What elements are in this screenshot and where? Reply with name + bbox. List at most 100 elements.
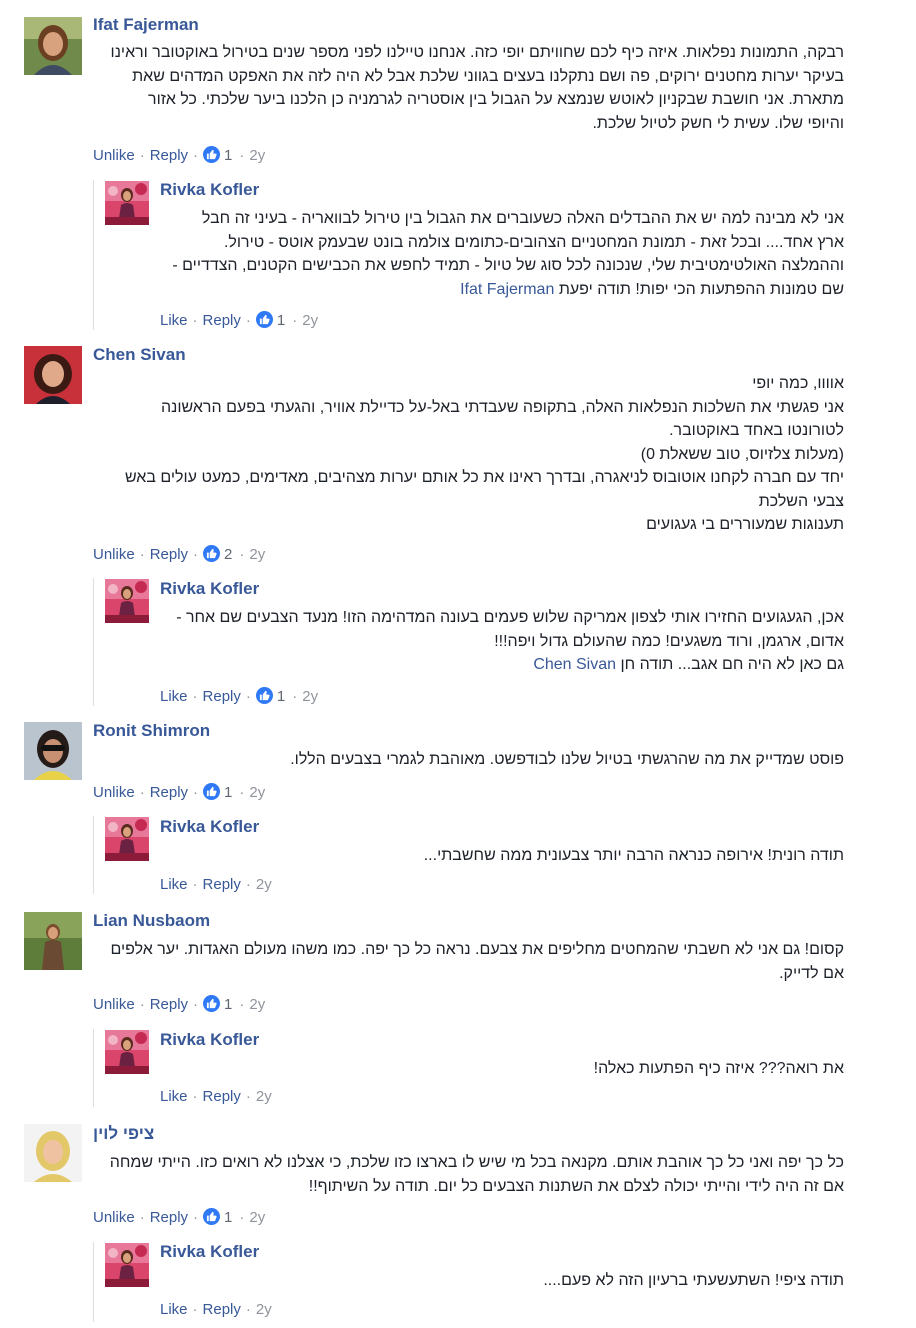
avatar[interactable]: [24, 1124, 82, 1182]
reply-text: אכן, הגעגועים החזירו אותי לצפון אמריקה ש…: [176, 606, 844, 677]
reply-line: תודה רונית! אירופה כנראה הרבה יותר צבעונ…: [423, 847, 844, 864]
comment-line: מתארת. אני חושבת שבקניון לאוטש שנמצא על …: [148, 91, 844, 108]
comment-author[interactable]: Ronit Shimron: [93, 721, 210, 741]
timestamp[interactable]: 2y: [256, 1088, 272, 1105]
reply-button[interactable]: Reply: [203, 876, 241, 893]
avatar[interactable]: [24, 17, 82, 75]
avatar[interactable]: [105, 181, 149, 225]
avatar[interactable]: [105, 817, 149, 861]
reply-author[interactable]: Rivka Kofler: [160, 579, 259, 599]
avatar[interactable]: [24, 912, 82, 970]
like-count: 1: [224, 996, 233, 1013]
reply-line-text: שם טמונות ההפתעות הכי יפות! תודה יפעת: [558, 280, 844, 298]
reply-text: אני לא מבינה למה יש את ההבדלים האלה כשעו…: [172, 207, 844, 301]
like-button[interactable]: Like: [160, 1301, 188, 1318]
comment-line: קסום! גם אני לא חשבתי שהמחטים מחליפים את…: [110, 941, 844, 958]
like-thumb-icon[interactable]: [255, 311, 273, 328]
avatar[interactable]: [24, 346, 82, 404]
avatar[interactable]: [105, 1243, 149, 1287]
reply-line: אכן, הגעגועים החזירו אותי לצפון אמריקה ש…: [176, 609, 844, 626]
comment-line: בעיקר יערות מחטנים ירוקים, פה ושם נתקלנו…: [132, 67, 844, 85]
reply-line: אדום, ארגמן, ורוד משגעים! כמה שהעולם גדו…: [494, 632, 844, 650]
comment-line: יחד עם חברה לקחנו אוטובוס לניאגרה, ובדרך…: [124, 469, 844, 486]
timestamp[interactable]: 2y: [302, 312, 318, 329]
reply-line: את רואה??? איזה כיף הפתעות כאלה!: [593, 1060, 844, 1077]
comment-author[interactable]: ציפי לוין: [93, 1124, 154, 1144]
comment-line: אם זה היה לידי והייתי יכולה לצלם את השתנ…: [308, 1177, 844, 1195]
reply-author[interactable]: Rivka Kofler: [160, 1242, 259, 1262]
timestamp[interactable]: 2y: [249, 546, 265, 563]
reply-button[interactable]: Reply: [150, 147, 188, 164]
like-thumb-icon[interactable]: [203, 146, 221, 163]
reply-button[interactable]: Reply: [203, 688, 241, 705]
timestamp[interactable]: 2y: [256, 876, 272, 893]
avatar-photo-icon: [105, 817, 149, 861]
comment-author[interactable]: Chen Sivan: [93, 345, 186, 365]
reply-line: תודה ציפי! השתעשעתי ברעיון הזה לא פעם...…: [543, 1272, 844, 1289]
comment-text: אוווו, כמה יופי אני פגשתי את השלכות הנפל…: [125, 372, 844, 537]
avatar-photo-icon: [24, 1124, 82, 1182]
avatar-photo-icon: [24, 346, 82, 404]
reply-author[interactable]: Rivka Kofler: [160, 817, 259, 837]
reply-button[interactable]: Reply: [150, 1209, 188, 1226]
unlike-button[interactable]: Unlike: [93, 546, 135, 563]
reply-button[interactable]: Reply: [203, 1088, 241, 1105]
timestamp[interactable]: 2y: [249, 996, 265, 1013]
reply-actions: Like · Reply · 1 · 2y: [160, 311, 319, 329]
reply-author[interactable]: Rivka Kofler: [160, 1030, 259, 1050]
like-count: 2: [224, 546, 233, 563]
like-thumb-icon[interactable]: [203, 1208, 221, 1225]
timestamp[interactable]: 2y: [302, 688, 318, 705]
comment-author[interactable]: Lian Nusbaom: [93, 911, 210, 931]
reply-author[interactable]: Rivka Kofler: [160, 180, 259, 200]
comment-line: צבעי השלכת: [758, 492, 844, 510]
comment-author[interactable]: Ifat Fajerman: [93, 15, 199, 35]
timestamp[interactable]: 2y: [249, 1209, 265, 1226]
timestamp[interactable]: 2y: [249, 147, 265, 164]
like-button[interactable]: Like: [160, 312, 188, 329]
reply-actions: Like · Reply · 1 · 2y: [160, 687, 319, 705]
comment-text: פוסט שמדייק את מה שהרגשתי בטיול שלנו לבו…: [290, 748, 844, 772]
unlike-button[interactable]: Unlike: [93, 784, 135, 801]
reply-button[interactable]: Reply: [150, 546, 188, 563]
unlike-button[interactable]: Unlike: [93, 996, 135, 1013]
reply-thread-line: [93, 1242, 94, 1322]
unlike-button[interactable]: Unlike: [93, 1209, 135, 1226]
like-thumb-icon[interactable]: [203, 783, 221, 800]
reply-button[interactable]: Reply: [203, 1301, 241, 1318]
like-thumb-icon[interactable]: [255, 687, 273, 704]
reply-thread-line: [93, 816, 94, 894]
reply-line: וההמלצה האולטימטיבית שלי, שנכונה לכל סוג…: [172, 257, 844, 274]
avatar-photo-icon: [105, 579, 149, 623]
avatar[interactable]: [24, 722, 82, 780]
comment-actions: Unlike · Reply · 1 · 2y: [93, 995, 266, 1013]
avatar-photo-icon: [24, 722, 82, 780]
like-button[interactable]: Like: [160, 1088, 188, 1105]
reply-button[interactable]: Reply: [150, 996, 188, 1013]
comment-line: תענוגות שמעוררים בי געגועים: [646, 516, 844, 533]
timestamp[interactable]: 2y: [249, 784, 265, 801]
reply-thread-line: [93, 578, 94, 706]
avatar[interactable]: [105, 1030, 149, 1074]
reply-button[interactable]: Reply: [203, 312, 241, 329]
like-thumb-icon[interactable]: [203, 545, 221, 562]
comment-actions: Unlike · Reply · 1 · 2y: [93, 1208, 266, 1226]
like-button[interactable]: Like: [160, 876, 188, 893]
avatar-photo-icon: [105, 1243, 149, 1287]
comment-text: כל כך יפה ואני כל כך אוהבת אותם. מקנאה ב…: [110, 1151, 844, 1198]
reply-thread-line: [93, 180, 94, 330]
reply-line: שם טמונות ההפתעות הכי יפות! תודה יפעת If…: [172, 278, 844, 302]
reply-button[interactable]: Reply: [150, 784, 188, 801]
avatar[interactable]: [105, 579, 149, 623]
like-count: 1: [276, 688, 286, 705]
comment-text: קסום! גם אני לא חשבתי שהמחטים מחליפים את…: [110, 938, 844, 985]
mention-link[interactable]: Ifat Fajerman: [460, 281, 554, 298]
like-count: 1: [224, 147, 233, 164]
mention-link[interactable]: Chen Sivan: [533, 656, 616, 673]
timestamp[interactable]: 2y: [256, 1301, 272, 1318]
like-thumb-icon[interactable]: [203, 995, 221, 1012]
like-button[interactable]: Like: [160, 688, 188, 705]
like-count: 1: [276, 312, 286, 329]
comment-line: פוסט שמדייק את מה שהרגשתי בטיול שלנו לבו…: [290, 751, 844, 768]
unlike-button[interactable]: Unlike: [93, 147, 135, 164]
